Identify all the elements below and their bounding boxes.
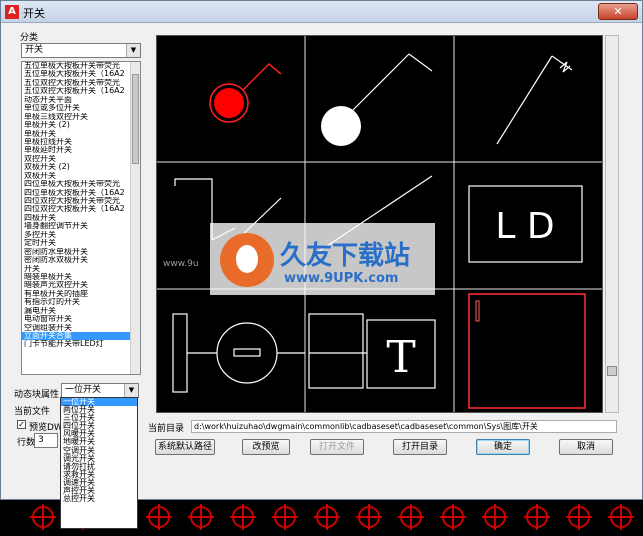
scroll-thumb[interactable] <box>132 74 139 164</box>
cad-circle-icon <box>188 504 214 530</box>
cad-circle-icon <box>566 504 592 530</box>
title-bar[interactable]: A 开关 ✕ <box>1 1 642 23</box>
list-item[interactable]: 四位双控大按板开关（16A2 <box>22 205 132 213</box>
category-select[interactable]: 开关 ▼ <box>21 43 141 58</box>
current-dir-label: 当前目录 <box>148 424 185 434</box>
list-item[interactable]: 五位单极大按板开关（16A2 <box>22 70 132 78</box>
list-item[interactable]: 定时开关 <box>22 239 132 247</box>
list-item[interactable]: 单位或多位开关 <box>22 104 132 112</box>
open-file-button[interactable]: 打开文件 <box>310 439 364 455</box>
cad-circle-icon <box>398 504 424 530</box>
change-preview-button[interactable]: 改预览 <box>242 439 290 455</box>
current-file-label: 当前文件 <box>14 407 51 417</box>
t-text: T <box>386 332 415 383</box>
list-item[interactable]: 多控开关 <box>22 231 132 239</box>
list-item[interactable]: 单极拉线开关 <box>22 138 132 146</box>
dynamic-attr-select[interactable]: 一位开关 ▼ <box>61 383 139 398</box>
list-item[interactable]: 四位单极大按板开关带荧光 <box>22 180 132 188</box>
dynamic-attr-dropdown[interactable]: 一位开关 两位开关 三位开关 四位开关 风暖开关 地暖开关 空调开关 调光开关 请勿打扰 求救开关… <box>60 397 138 529</box>
switch-symbol-red[interactable] <box>209 62 282 123</box>
cad-circle-icon <box>314 504 340 530</box>
cad-circle-icon <box>272 504 298 530</box>
cad-circle-icon <box>608 504 634 530</box>
list-item[interactable]: 有指示灯的开关 <box>22 298 132 306</box>
t-symbol[interactable]: T <box>308 313 436 389</box>
list-item[interactable]: 密闭防水双极开关 <box>22 256 132 264</box>
row-count-value: 3 <box>38 435 44 445</box>
row-count-label: 行数 <box>17 438 36 448</box>
close-button[interactable]: ✕ <box>598 3 638 20</box>
list-item[interactable]: 有单极开关的插座 <box>22 290 132 298</box>
chevron-down-icon[interactable]: ▼ <box>124 384 138 397</box>
category-select-value: 开关 <box>25 45 44 55</box>
preview-dwg-checkbox[interactable]: ✓ <box>17 420 26 429</box>
list-item[interactable]: 暗装单极开关 <box>22 273 132 281</box>
open-dir-button[interactable]: 打开目录 <box>393 439 447 455</box>
cad-circle-icon <box>230 504 256 530</box>
selected-cell[interactable] <box>468 293 586 409</box>
watermark-fragment: www.9u <box>163 259 199 269</box>
list-item[interactable]: 密闭防水单极开关 <box>22 248 132 256</box>
ld-symbol[interactable]: L D <box>468 185 583 263</box>
list-item[interactable]: 四极开关 <box>22 214 132 222</box>
scroll-thumb[interactable] <box>607 366 617 376</box>
watermark: 久友下载站 www.9UPK.com <box>210 223 435 295</box>
list-item[interactable]: 单极开关 <box>22 130 132 138</box>
block-list[interactable]: 五位单极大按板开关带荧光 五位单极大按板开关（16A2 五位双控大按板开关带荧光 五位… <box>21 61 141 375</box>
ld-text: L D <box>495 206 554 247</box>
cad-circle-icon <box>524 504 550 530</box>
watermark-logo-icon <box>220 233 274 287</box>
switch-symbol-white[interactable] <box>321 53 433 146</box>
row-count-input[interactable]: 3 <box>34 433 58 448</box>
cancel-button[interactable]: 取消 <box>559 439 613 455</box>
block-list-items: 五位单极大按板开关带荧光 五位单极大按板开关（16A2 五位双控大按板开关带荧光 五位… <box>22 62 132 349</box>
cad-circle-icon <box>482 504 508 530</box>
dynamic-attr-label: 动态块属性 <box>14 390 60 400</box>
list-item[interactable]: 双极开关 <box>22 172 132 180</box>
list-scrollbar[interactable] <box>130 62 140 374</box>
list-item[interactable]: 双控开关 <box>22 155 132 163</box>
list-item[interactable]: 暗装声光双控开关 <box>22 281 132 289</box>
cad-circle-icon <box>440 504 466 530</box>
list-item[interactable]: 双极开关 (2) <box>22 163 132 171</box>
watermark-cn: 久友下载站 <box>280 241 411 271</box>
ok-button[interactable]: 确定 <box>476 439 530 455</box>
dropdown-option[interactable]: 总控开关 <box>61 495 137 503</box>
list-item[interactable]: 五位双控大按板开关（16A2 <box>22 87 132 95</box>
list-item[interactable]: 四位单极大按板开关（16A2 <box>22 189 132 197</box>
list-item[interactable]: 门卡节能开关带LED灯 <box>22 340 132 348</box>
list-item[interactable]: 空调组装开关 <box>22 324 132 332</box>
autocad-app-icon: A <box>5 5 19 19</box>
current-dir-path[interactable]: d:\work\huizuhao\dwgmain\commonlib\cadba… <box>191 420 617 433</box>
window-title: 开关 <box>23 7 45 20</box>
switch-symbol-bars[interactable] <box>172 313 305 393</box>
list-item[interactable]: 漏电开关 <box>22 307 132 315</box>
list-item[interactable]: 四位双控大按板开关带荧光 <box>22 197 132 205</box>
list-item[interactable]: 单极开关 (2) <box>22 121 132 129</box>
list-item[interactable]: 五位单极大按板开关带荧光 <box>22 62 132 70</box>
cad-circle-icon <box>30 504 56 530</box>
switch-symbol-lineonly[interactable] <box>496 55 573 145</box>
cad-circle-icon <box>146 504 172 530</box>
list-item[interactable]: 五位双控大按板开关带荧光 <box>22 79 132 87</box>
cad-circle-icon <box>356 504 382 530</box>
list-item[interactable]: 单极延时开关 <box>22 146 132 154</box>
watermark-en: www.9UPK.com <box>284 271 399 286</box>
list-item[interactable]: 墙身翻控调节开关 <box>22 222 132 230</box>
chevron-down-icon[interactable]: ▼ <box>126 44 140 57</box>
preview-scrollbar[interactable] <box>605 35 619 413</box>
dynamic-attr-value: 一位开关 <box>65 385 102 395</box>
list-item[interactable]: 动态开关平面 <box>22 96 132 104</box>
category-label: 分类 <box>20 33 39 43</box>
default-path-button[interactable]: 系统默认路径 <box>155 439 215 455</box>
list-item[interactable]: 立面开关合集 <box>22 332 132 341</box>
list-item[interactable]: 单极三线双控开关 <box>22 113 132 121</box>
list-item[interactable]: 电动窗帘开关 <box>22 315 132 323</box>
list-item[interactable]: 开关 <box>22 265 132 273</box>
